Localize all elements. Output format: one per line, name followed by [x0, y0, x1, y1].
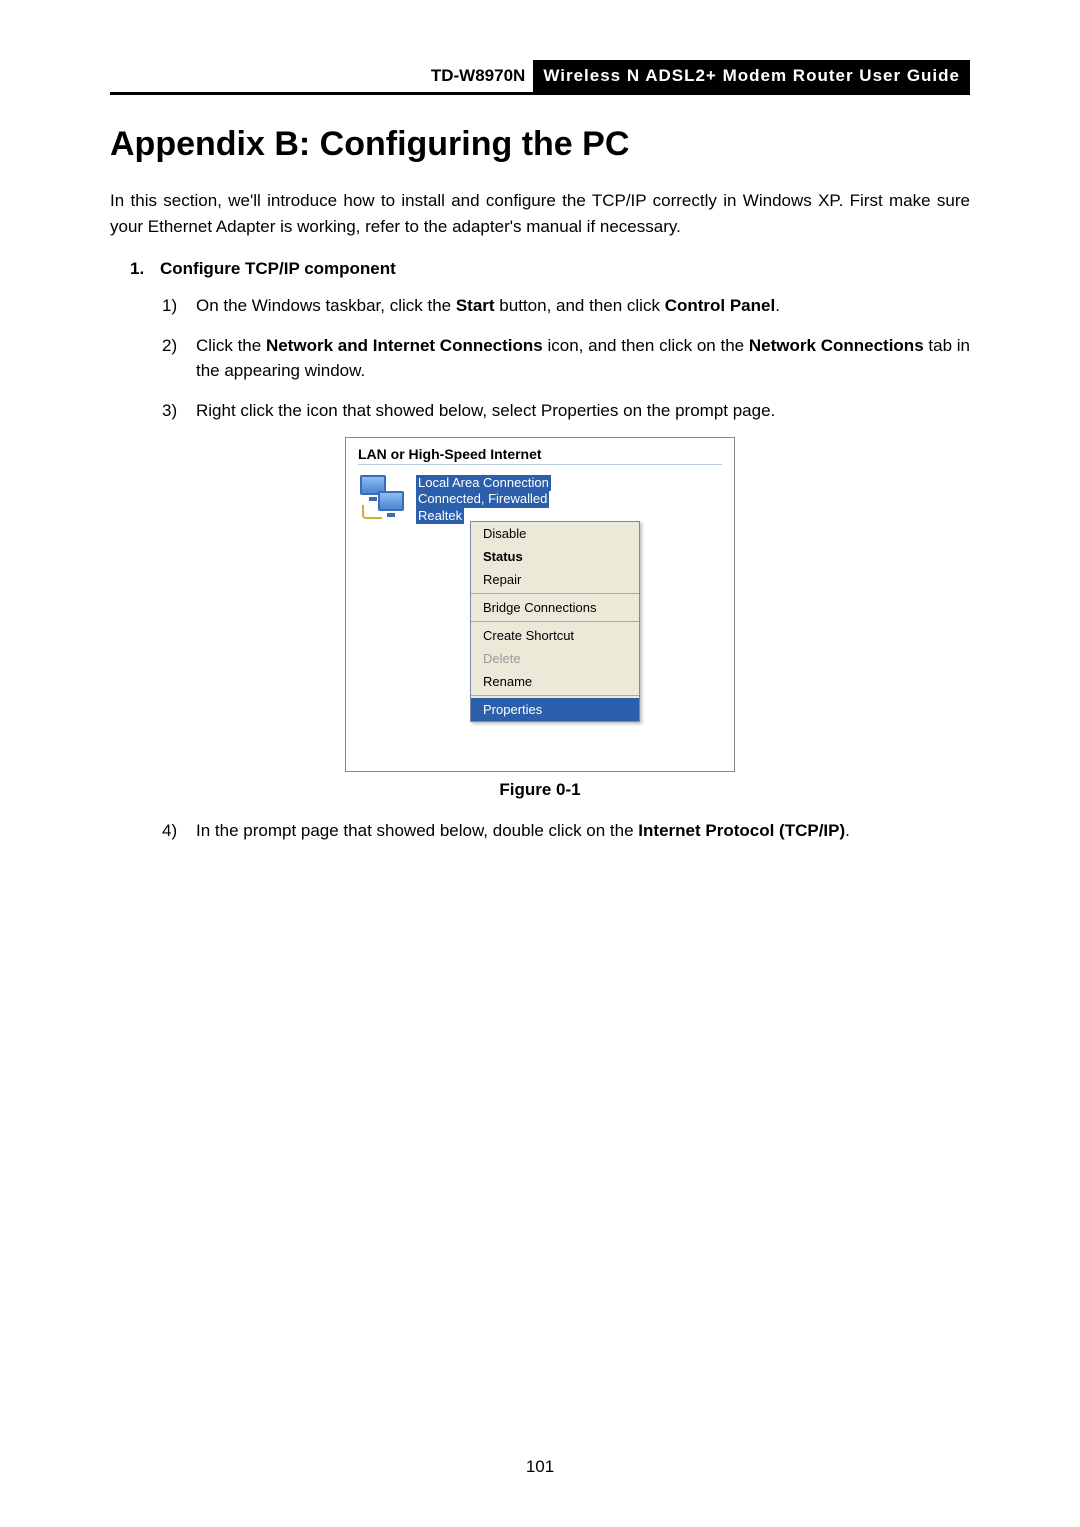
text-fragment: button, and then click [495, 296, 665, 315]
figure-caption: Figure 0-1 [499, 780, 580, 800]
text-fragment: . [845, 821, 850, 840]
bold-fragment: Network Connections [749, 336, 924, 355]
bold-fragment: Internet Protocol (TCP/IP) [638, 821, 845, 840]
connection-status: Connected, Firewalled [416, 491, 549, 507]
menu-item-create-shortcut[interactable]: Create Shortcut [471, 624, 639, 647]
page-title: Appendix B: Configuring the PC [110, 125, 970, 164]
guide-title: Wireless N ADSL2+ Modem Router User Guid… [533, 60, 970, 92]
step-number: 2) [162, 333, 196, 384]
category-header: LAN or High-Speed Internet [358, 446, 722, 462]
text-fragment: Click the [196, 336, 266, 355]
menu-item-properties[interactable]: Properties [471, 698, 639, 721]
menu-separator [471, 593, 639, 594]
menu-item-repair[interactable]: Repair [471, 568, 639, 591]
page-number: 101 [0, 1457, 1080, 1477]
network-connection-icon[interactable] [358, 475, 410, 523]
figure-0-1: LAN or High-Speed Internet Local Area Co… [110, 437, 970, 800]
step-1: 1) On the Windows taskbar, click the Sta… [162, 293, 970, 319]
context-menu: Disable Status Repair Bridge Connections… [470, 521, 640, 722]
menu-item-bridge[interactable]: Bridge Connections [471, 596, 639, 619]
section-title: Configure TCP/IP component [160, 259, 396, 279]
doc-header: TD-W8970N Wireless N ADSL2+ Modem Router… [110, 60, 970, 95]
bold-fragment: Network and Internet Connections [266, 336, 543, 355]
menu-item-delete: Delete [471, 647, 639, 670]
step-text: On the Windows taskbar, click the Start … [196, 293, 970, 319]
network-connections-window: LAN or High-Speed Internet Local Area Co… [345, 437, 735, 772]
menu-separator [471, 621, 639, 622]
text-fragment: In the prompt page that showed below, do… [196, 821, 638, 840]
menu-item-disable[interactable]: Disable [471, 522, 639, 545]
text-fragment: On the Windows taskbar, click the [196, 296, 456, 315]
step-4: 4) In the prompt page that showed below,… [162, 818, 970, 844]
intro-paragraph: In this section, we'll introduce how to … [110, 188, 970, 239]
step-text: Right click the icon that showed below, … [196, 398, 970, 424]
step-3: 3) Right click the icon that showed belo… [162, 398, 970, 424]
connection-device: Realtek [416, 508, 464, 524]
step-number: 1) [162, 293, 196, 319]
text-fragment: icon, and then click on the [543, 336, 749, 355]
text-fragment: . [775, 296, 780, 315]
section-number: 1. [130, 259, 160, 279]
step-text: In the prompt page that showed below, do… [196, 818, 970, 844]
divider [358, 464, 722, 465]
connection-labels: Local Area Connection Connected, Firewal… [416, 475, 551, 524]
step-2: 2) Click the Network and Internet Connec… [162, 333, 970, 384]
model-label: TD-W8970N [423, 60, 533, 92]
menu-separator [471, 695, 639, 696]
section-heading: 1. Configure TCP/IP component [130, 259, 970, 279]
menu-item-status[interactable]: Status [471, 545, 639, 568]
bold-fragment: Control Panel [665, 296, 776, 315]
step-number: 4) [162, 818, 196, 844]
connection-name[interactable]: Local Area Connection [416, 475, 551, 491]
bold-fragment: Start [456, 296, 495, 315]
step-text: Click the Network and Internet Connectio… [196, 333, 970, 384]
step-number: 3) [162, 398, 196, 424]
menu-item-rename[interactable]: Rename [471, 670, 639, 693]
